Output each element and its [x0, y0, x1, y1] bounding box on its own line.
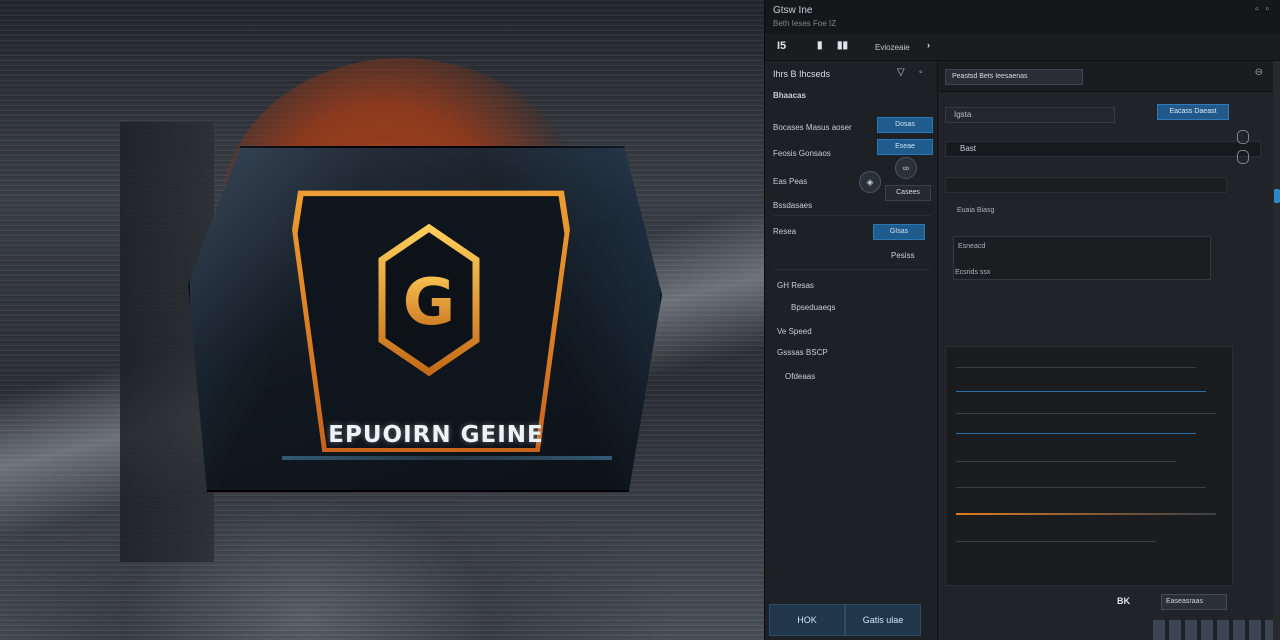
- tree-item[interactable]: Ofdeaas: [785, 372, 815, 381]
- property-label: Resea: [773, 227, 797, 236]
- property-value: Esneacd: [958, 243, 986, 250]
- shield-icon[interactable]: ◈: [859, 171, 881, 193]
- property-button[interactable]: Casees: [885, 185, 931, 201]
- panel-header: Ihrs B Ihcseds: [773, 69, 831, 79]
- filter-icon[interactable]: ▽: [897, 67, 905, 78]
- property-button[interactable]: Dosas: [877, 117, 933, 133]
- right-toolstrip: [1273, 61, 1280, 640]
- window-subtitle: Beth Ieses Foe IZ: [773, 19, 837, 28]
- app-logo[interactable]: I5: [777, 40, 786, 52]
- link-icon[interactable]: ∞: [895, 157, 917, 179]
- title-bar: Gtsw Ine Beth Ieses Foe IZ ▫ ▫: [765, 0, 1280, 34]
- property-group: Esneacd: [953, 236, 1211, 280]
- property-button[interactable]: Eseae: [877, 139, 933, 155]
- search-input[interactable]: Igsta: [945, 107, 1115, 123]
- editor-window: Gtsw Ine Beth Ieses Foe IZ ▫ ▫ I5 ▮ ▮▮ E…: [764, 0, 1280, 640]
- tab-ok[interactable]: HOK: [769, 604, 845, 636]
- property-row[interactable]: Bast: [945, 141, 1261, 157]
- pause-icon[interactable]: ▮▮: [837, 40, 848, 51]
- brand-underline: [282, 456, 612, 460]
- property-label: Bssdasaes: [773, 201, 813, 210]
- chevron-right-icon[interactable]: ›: [927, 40, 930, 50]
- main-header: Peastsd Bets Ieesaenas ⊖: [939, 61, 1273, 92]
- svg-text:G: G: [403, 266, 456, 340]
- lock-icon[interactable]: [1237, 150, 1249, 164]
- window-title: Gtsw Ine: [773, 5, 813, 16]
- pin-icon[interactable]: ◦: [919, 67, 923, 78]
- status-code: BK: [1117, 596, 1130, 606]
- property-label: Feosis Gonsaos: [773, 149, 831, 158]
- property-label: Euaia Biasg: [957, 207, 995, 214]
- play-icon[interactable]: ▮: [817, 40, 823, 51]
- property-button[interactable]: GIsas: [873, 224, 925, 240]
- toolbar-label[interactable]: Eviozeaie: [875, 43, 910, 52]
- asset-path-field[interactable]: Peastsd Bets Ieesaenas: [945, 69, 1083, 85]
- tree-item[interactable]: Gsssas BSCP: [777, 348, 828, 357]
- apply-button[interactable]: Eacass Daeast: [1157, 104, 1229, 120]
- tree-item[interactable]: Ve Speed: [777, 327, 812, 336]
- hexagon-logo-icon: G: [378, 223, 480, 377]
- tree-item[interactable]: Bpseduaeqs: [791, 303, 835, 312]
- property-label: Bocases Masus aoser: [773, 123, 852, 132]
- property-value: Pesiss: [891, 251, 915, 260]
- lock-icon[interactable]: [1237, 130, 1249, 144]
- scrollbar-thumb[interactable]: [1274, 189, 1280, 203]
- main-content: Peastsd Bets Ieesaenas ⊖ Igsta Eacass Da…: [939, 61, 1273, 640]
- section-title: Bhaacas: [773, 91, 806, 100]
- hero-artwork: G EPUOIRN GEINE: [0, 0, 764, 640]
- property-label: Ecsrids ssx: [955, 269, 991, 276]
- status-field[interactable]: Easeasraas: [1161, 594, 1227, 610]
- engine-logo-shield: G EPUOIRN GEINE: [188, 146, 662, 492]
- brand-title: EPUOIRN GEINE: [328, 422, 544, 448]
- property-row[interactable]: [945, 177, 1227, 193]
- thumbnail-strip[interactable]: [1153, 620, 1273, 640]
- property-label: Eas Peas: [773, 177, 808, 186]
- timeline-viewport[interactable]: [945, 346, 1233, 586]
- window-controls[interactable]: ▫ ▫: [1255, 4, 1271, 15]
- main-toolbar: I5 ▮ ▮▮ Eviozeaie ›: [765, 34, 1280, 61]
- minimize-icon[interactable]: ⊖: [1255, 67, 1263, 78]
- tree-item[interactable]: GH Resas: [777, 281, 814, 290]
- details-panel: Ihrs B Ihcseds ▽ ◦ Bhaacas Bocases Masus…: [765, 61, 938, 640]
- tab-settings[interactable]: Gatis ulae: [845, 604, 921, 636]
